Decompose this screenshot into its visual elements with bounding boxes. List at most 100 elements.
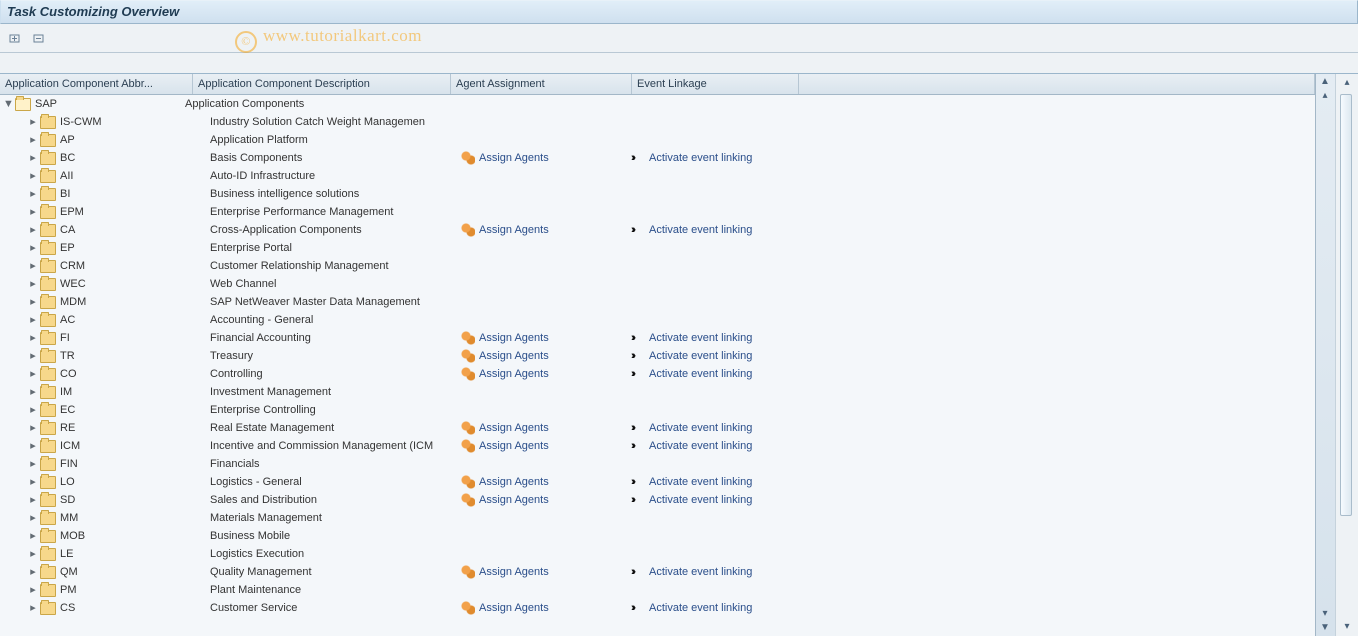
- tree-row[interactable]: ▸QMQuality ManagementAssign Agents›››Act…: [0, 563, 1315, 581]
- collapse-all-button[interactable]: [28, 27, 50, 49]
- assign-agents-link[interactable]: Assign Agents: [479, 491, 549, 509]
- expand-icon[interactable]: ▸: [28, 509, 38, 527]
- tree-row[interactable]: ▸MOBBusiness Mobile: [0, 527, 1315, 545]
- tree-row[interactable]: ▸CSCustomer ServiceAssign Agents›››Activ…: [0, 599, 1315, 617]
- tree-row[interactable]: ▸AIIAuto-ID Infrastructure: [0, 167, 1315, 185]
- activate-event-link[interactable]: Activate event linking: [649, 437, 752, 455]
- tree-row[interactable]: ▸MDMSAP NetWeaver Master Data Management: [0, 293, 1315, 311]
- nav-last-icon[interactable]: ▼: [1319, 622, 1331, 634]
- collapse-icon[interactable]: ▼: [3, 95, 13, 113]
- activate-event-link[interactable]: Activate event linking: [649, 491, 752, 509]
- assign-agents-link[interactable]: Assign Agents: [479, 329, 549, 347]
- tree-row[interactable]: ▸SDSales and DistributionAssign Agents››…: [0, 491, 1315, 509]
- expand-icon[interactable]: ▸: [28, 293, 38, 311]
- expand-icon[interactable]: ▸: [28, 311, 38, 329]
- tree-row[interactable]: ▸LELogistics Execution: [0, 545, 1315, 563]
- toolbar: ©www.tutorialkart.com: [0, 24, 1358, 53]
- expand-icon[interactable]: ▸: [28, 581, 38, 599]
- nav-up-icon[interactable]: ▴: [1319, 90, 1331, 102]
- nav-down-icon[interactable]: ▾: [1319, 608, 1331, 620]
- component-abbr: AC: [60, 311, 75, 329]
- expand-icon[interactable]: ▸: [28, 239, 38, 257]
- activate-event-link[interactable]: Activate event linking: [649, 419, 752, 437]
- tree-row[interactable]: ▸MMMaterials Management: [0, 509, 1315, 527]
- activate-event-link[interactable]: Activate event linking: [649, 347, 752, 365]
- tree-row[interactable]: ▸PMPlant Maintenance: [0, 581, 1315, 599]
- tree-row[interactable]: ▸WECWeb Channel: [0, 275, 1315, 293]
- expand-icon[interactable]: ▸: [28, 419, 38, 437]
- assign-agents-link[interactable]: Assign Agents: [479, 419, 549, 437]
- expand-icon[interactable]: ▸: [28, 437, 38, 455]
- tree-row[interactable]: ▸FIFinancial AccountingAssign Agents›››A…: [0, 329, 1315, 347]
- nav-first-icon[interactable]: ▲: [1319, 76, 1331, 88]
- tree-row[interactable]: ▸EPMEnterprise Performance Management: [0, 203, 1315, 221]
- expand-icon[interactable]: ▸: [28, 401, 38, 419]
- scroll-down-icon[interactable]: ▾: [1341, 621, 1353, 633]
- expand-icon[interactable]: ▸: [28, 365, 38, 383]
- assign-agents-link[interactable]: Assign Agents: [479, 599, 549, 617]
- tree-row[interactable]: ▸IS-CWMIndustry Solution Catch Weight Ma…: [0, 113, 1315, 131]
- tree-row[interactable]: ▸CRMCustomer Relationship Management: [0, 257, 1315, 275]
- expand-icon[interactable]: ▸: [28, 131, 38, 149]
- assign-agents-link[interactable]: Assign Agents: [479, 563, 549, 581]
- assign-agents-link[interactable]: Assign Agents: [479, 473, 549, 491]
- assign-agents-link[interactable]: Assign Agents: [479, 221, 549, 239]
- expand-icon[interactable]: ▸: [28, 473, 38, 491]
- expand-icon[interactable]: ▸: [28, 203, 38, 221]
- expand-icon[interactable]: ▸: [28, 527, 38, 545]
- tree-row[interactable]: ▸IMInvestment Management: [0, 383, 1315, 401]
- activate-event-link[interactable]: Activate event linking: [649, 599, 752, 617]
- tree-row[interactable]: ▸ICMIncentive and Commission Management …: [0, 437, 1315, 455]
- folder-icon: [40, 404, 56, 417]
- tree-row[interactable]: ▸COControllingAssign Agents›››Activate e…: [0, 365, 1315, 383]
- expand-all-button[interactable]: [4, 27, 26, 49]
- scrollbar-thumb[interactable]: [1340, 94, 1352, 516]
- assign-agents-link[interactable]: Assign Agents: [479, 347, 549, 365]
- assign-agents-link[interactable]: Assign Agents: [479, 149, 549, 167]
- tree-row[interactable]: ▸ECEnterprise Controlling: [0, 401, 1315, 419]
- col-header-abbr[interactable]: Application Component Abbr...: [0, 74, 193, 94]
- tree-row[interactable]: ▼SAPApplication Components: [0, 95, 1315, 113]
- activate-event-link[interactable]: Activate event linking: [649, 221, 752, 239]
- expand-icon[interactable]: ▸: [28, 545, 38, 563]
- expand-icon[interactable]: ▸: [28, 563, 38, 581]
- assign-agents-link[interactable]: Assign Agents: [479, 437, 549, 455]
- tree-row[interactable]: ▸ACAccounting - General: [0, 311, 1315, 329]
- activate-event-link[interactable]: Activate event linking: [649, 329, 752, 347]
- expand-icon[interactable]: ▸: [28, 455, 38, 473]
- activate-event-link[interactable]: Activate event linking: [649, 365, 752, 383]
- expand-icon[interactable]: ▸: [28, 257, 38, 275]
- tree-row[interactable]: ▸BCBasis ComponentsAssign Agents›››Activ…: [0, 149, 1315, 167]
- expand-icon[interactable]: ▸: [28, 599, 38, 617]
- col-header-desc[interactable]: Application Component Description: [193, 74, 451, 94]
- expand-icon[interactable]: ▸: [28, 167, 38, 185]
- expand-icon[interactable]: ▸: [28, 185, 38, 203]
- expand-icon[interactable]: ▸: [28, 149, 38, 167]
- col-header-agent[interactable]: Agent Assignment: [451, 74, 632, 94]
- tree-row[interactable]: ▸EPEnterprise Portal: [0, 239, 1315, 257]
- expand-icon[interactable]: ▸: [28, 347, 38, 365]
- tree-row[interactable]: ▸CACross-Application ComponentsAssign Ag…: [0, 221, 1315, 239]
- grid-body[interactable]: ▼SAPApplication Components▸IS-CWMIndustr…: [0, 95, 1315, 636]
- tree-row[interactable]: ▸BIBusiness intelligence solutions: [0, 185, 1315, 203]
- scroll-up-icon[interactable]: ▴: [1341, 77, 1353, 89]
- tree-row[interactable]: ▸FINFinancials: [0, 455, 1315, 473]
- activate-event-link[interactable]: Activate event linking: [649, 563, 752, 581]
- tree-row[interactable]: ▸LOLogistics - GeneralAssign Agents›››Ac…: [0, 473, 1315, 491]
- scrollbar-vertical[interactable]: ▴ ▾: [1335, 74, 1358, 636]
- vertical-nav-inner[interactable]: ▲ ▴ ▾ ▼: [1315, 74, 1335, 636]
- expand-icon[interactable]: ▸: [28, 113, 38, 131]
- col-header-event[interactable]: Event Linkage: [632, 74, 799, 94]
- tree-row[interactable]: ▸REReal Estate ManagementAssign Agents››…: [0, 419, 1315, 437]
- expand-icon[interactable]: ▸: [28, 221, 38, 239]
- tree-row[interactable]: ▸TRTreasuryAssign Agents›››Activate even…: [0, 347, 1315, 365]
- expand-icon[interactable]: ▸: [28, 329, 38, 347]
- expand-icon[interactable]: ▸: [28, 491, 38, 509]
- tree-row[interactable]: ▸APApplication Platform: [0, 131, 1315, 149]
- activate-event-link[interactable]: Activate event linking: [649, 149, 752, 167]
- component-desc: Business Mobile: [210, 527, 461, 545]
- activate-event-link[interactable]: Activate event linking: [649, 473, 752, 491]
- expand-icon[interactable]: ▸: [28, 383, 38, 401]
- expand-icon[interactable]: ▸: [28, 275, 38, 293]
- assign-agents-link[interactable]: Assign Agents: [479, 365, 549, 383]
